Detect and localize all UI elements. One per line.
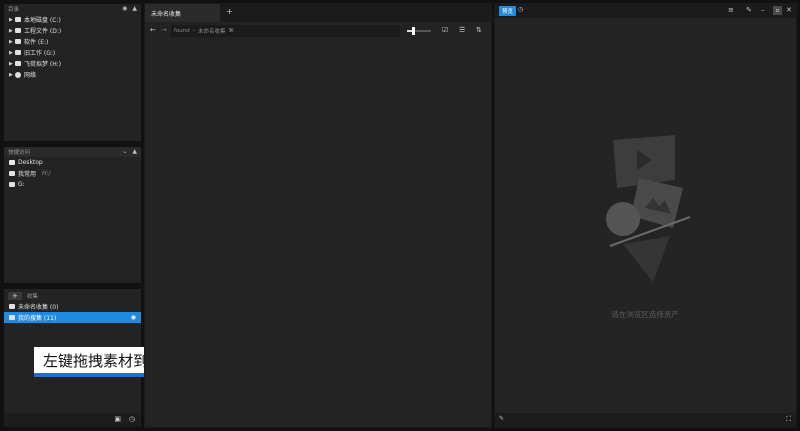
quick-access-label: 我常用	[18, 171, 37, 178]
path-bar[interactable]: found › 未命名收集 ⌘	[171, 25, 400, 37]
sort-icon[interactable]: ⇅	[476, 27, 482, 34]
edit-icon[interactable]: ✎	[499, 416, 504, 422]
clock-icon[interactable]: ◷	[129, 416, 135, 423]
disk-icon	[15, 28, 21, 33]
disk-icon	[9, 171, 15, 176]
preview-panel: 预览 ◷ ≡ ✎ – ▫ ✕ 请在浏览区选择资产 ✎ ⛶	[494, 3, 797, 428]
cup-icon[interactable]: ▣	[114, 416, 121, 423]
fullscreen-icon[interactable]: ⛶	[786, 416, 791, 423]
disk-icon	[15, 61, 21, 66]
eye-icon[interactable]: ◉	[131, 314, 136, 321]
directory-item-label: 飞荷拟梦 (H:)	[24, 61, 62, 68]
directory-item[interactable]: ▶ 飞荷拟梦 (H:)	[4, 58, 141, 69]
path-separator: ›	[192, 28, 195, 34]
tab-unnamed-collection[interactable]: 未命名收集	[145, 4, 220, 22]
browser-panel: 未命名收集 + ← → found › 未命名收集 ⌘ ☑ ☰ ⇅	[144, 3, 492, 428]
directory-item-label: 本地磁盘 (C:)	[24, 17, 61, 24]
collection-item[interactable]: 未命名收集 (0)	[4, 301, 141, 312]
directory-item-label: 旧工作 (G:)	[24, 50, 56, 57]
collections-list: 未命名收集 (0) 我的搜集 (11) ◉	[4, 301, 141, 323]
close-icon[interactable]: ✕	[786, 7, 792, 14]
forward-arrow-icon[interactable]: →	[161, 27, 167, 34]
preview-tabbar: 预览 ◷ ≡ ✎ – ▫ ✕	[495, 4, 796, 18]
sphere-shape	[606, 202, 640, 236]
quick-access-item[interactable]: 我常用 H:/	[4, 168, 141, 179]
select-all-icon[interactable]: ☑	[442, 27, 448, 34]
directory-item-label: 网络	[24, 72, 37, 79]
path-suffix: ⌘	[228, 28, 234, 34]
directory-panel: 目录 ◉ ▲ ▶ 本地磁盘 (C:) ▶ 工程文件 (D:) ▶ 软件 (E:) ▶ 旧工作 …	[3, 3, 142, 142]
empty-preview-message: 请在浏览区选择资产	[611, 310, 679, 319]
directory-item[interactable]: ▶ 网络	[4, 69, 141, 80]
restore-icon[interactable]: ▫	[773, 6, 782, 15]
empty-preview-illustration	[606, 135, 691, 282]
disk-icon	[15, 39, 21, 44]
image-icon	[9, 315, 15, 320]
pin-icon[interactable]: ✎	[746, 7, 752, 14]
directory-item-label: 软件 (E:)	[24, 39, 49, 46]
pin-icon[interactable]: ▲	[132, 149, 137, 155]
directory-item-label: 工程文件 (D:)	[24, 28, 62, 35]
image-icon	[9, 304, 15, 309]
directory-item[interactable]: ▶ 本地磁盘 (C:)	[4, 14, 141, 25]
quick-access-list: Desktop 我常用 H:/ G:	[4, 157, 141, 190]
directory-item[interactable]: ▶ 软件 (E:)	[4, 36, 141, 47]
menu-icon[interactable]: ≡	[728, 7, 734, 14]
path-current[interactable]: 未命名收集	[198, 27, 226, 35]
pin-icon[interactable]: ▲	[132, 6, 137, 12]
globe-icon	[15, 71, 21, 78]
filter-icon[interactable]: ☰	[459, 27, 465, 34]
history-icon[interactable]: ◷	[518, 7, 523, 13]
new-tab-button[interactable]: +	[226, 8, 233, 16]
directory-header: 目录 ◉ ▲	[4, 4, 141, 14]
directory-list: ▶ 本地磁盘 (C:) ▶ 工程文件 (D:) ▶ 软件 (E:) ▶ 旧工作 (G:) ▶ 飞荷…	[4, 14, 141, 80]
disk-icon	[15, 50, 21, 55]
add-collection-button[interactable]: +	[8, 292, 22, 300]
folder-icon	[9, 160, 15, 165]
path-root[interactable]: found	[174, 28, 190, 34]
back-arrow-icon[interactable]: ←	[150, 27, 156, 34]
zoom-slider[interactable]	[407, 27, 431, 35]
quick-access-label: Desktop	[18, 159, 43, 166]
quick-access-header: 快捷访问 ⌄ ▲	[4, 147, 141, 157]
disk-icon	[9, 182, 15, 187]
directory-item[interactable]: ▶ 工程文件 (D:)	[4, 25, 141, 36]
quick-access-label: G:	[18, 181, 25, 188]
cone-shape	[623, 236, 670, 282]
quick-access-item[interactable]: G:	[4, 179, 141, 190]
chevron-down-icon[interactable]: ⌄	[122, 149, 127, 155]
collections-title: 收集	[26, 294, 38, 300]
quick-access-panel: 快捷访问 ⌄ ▲ Desktop 我常用 H:/ G:	[3, 146, 142, 284]
collections-header: + 收集	[4, 289, 141, 301]
directory-item[interactable]: ▶ 旧工作 (G:)	[4, 47, 141, 58]
quick-access-title: 快捷访问	[8, 150, 31, 156]
browser-tabbar: 未命名收集 +	[145, 4, 491, 22]
zoom-slider-handle[interactable]	[412, 27, 415, 35]
eye-icon[interactable]: ◉	[122, 6, 127, 12]
directory-title: 目录	[8, 7, 20, 13]
collection-item[interactable]: 我的搜集 (11) ◉	[4, 312, 141, 323]
collection-label: 我的搜集 (11)	[18, 315, 57, 322]
collections-footer: ▣ ◷	[4, 413, 141, 427]
quick-access-note: H:/	[42, 170, 51, 177]
collection-label: 未命名收集 (0)	[18, 304, 59, 311]
quick-access-item[interactable]: Desktop	[4, 157, 141, 168]
minimize-icon[interactable]: –	[761, 7, 765, 14]
preview-footer: ✎ ⛶	[495, 413, 796, 427]
browser-toolbar: ← → found › 未命名收集 ⌘ ☑ ☰ ⇅	[145, 22, 491, 40]
tab-label: 未命名收集	[151, 10, 182, 18]
tab-preview[interactable]: 预览	[499, 6, 517, 16]
disk-icon	[15, 17, 21, 22]
